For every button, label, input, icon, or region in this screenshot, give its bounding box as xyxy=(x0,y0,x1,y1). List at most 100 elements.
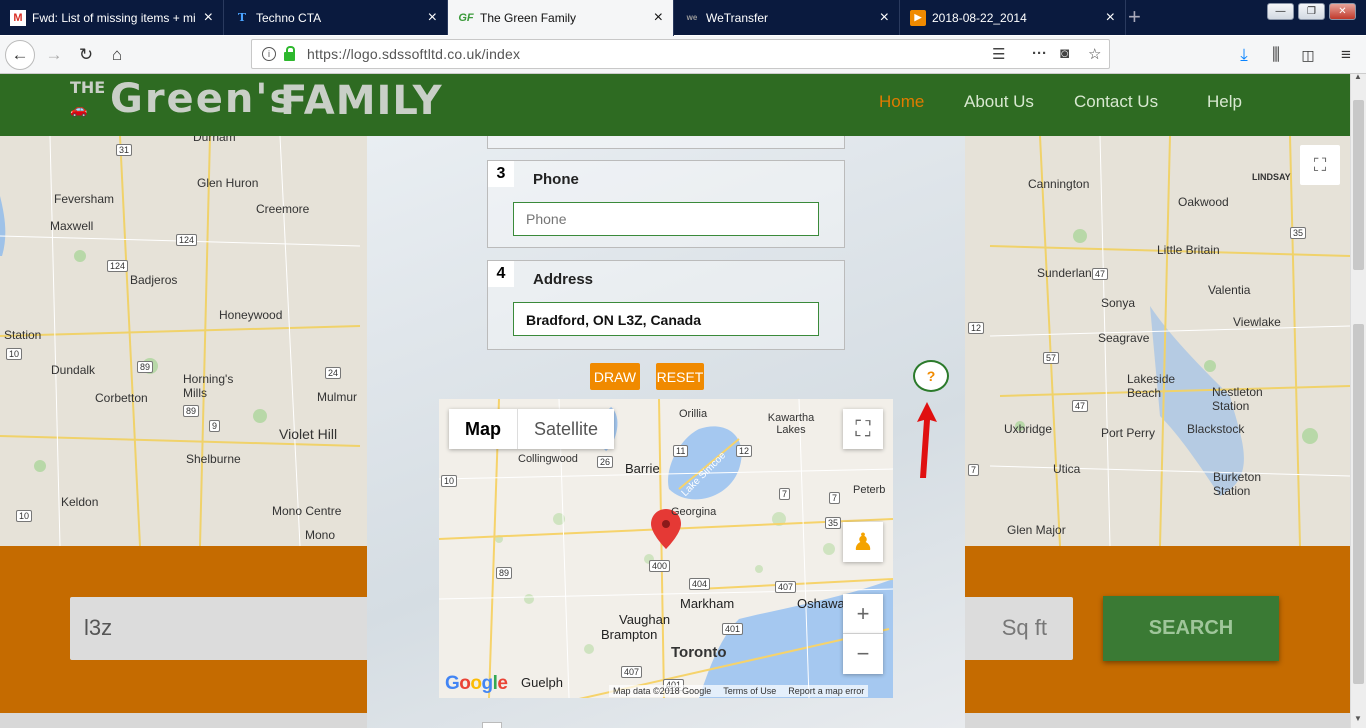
close-icon[interactable]: × xyxy=(880,9,889,27)
logo-family: FAMILY xyxy=(280,78,443,124)
map-place: Maxwell xyxy=(50,219,94,233)
map-place: Sonya xyxy=(1101,296,1136,310)
tab-techno-cta[interactable]: T Techno CTA × xyxy=(224,0,448,35)
url-bar[interactable]: i https://logo.sdssoftltd.co.uk/index ☰ … xyxy=(251,39,1110,69)
sqft-input[interactable]: Sq ft xyxy=(960,597,1073,660)
map-place: Georgina xyxy=(671,506,717,518)
map-place: Uxbridge xyxy=(1004,422,1053,436)
menu-help[interactable]: Help xyxy=(1207,92,1242,112)
map-place: Lakeside Beach xyxy=(1127,372,1176,400)
highway-shield: 404 xyxy=(689,578,711,590)
download-icon[interactable]: ⤓ xyxy=(1231,42,1257,68)
step-address-panel: 4 Address Bradford, ON L3Z, Canada xyxy=(487,260,845,350)
map-place: Viewlake xyxy=(1233,315,1281,329)
highway-shield: 124 xyxy=(176,234,198,246)
step-number: 3 xyxy=(488,161,514,187)
draw-button[interactable]: DRAW xyxy=(590,363,640,390)
address-map[interactable]: Orillia Kawartha Lakes Collingwood Barri… xyxy=(439,399,893,698)
map-place: Port Perry xyxy=(1101,426,1156,440)
map-type-control: Map Satellite xyxy=(449,409,615,449)
map-place: Station xyxy=(4,328,42,342)
home-icon[interactable]: ⌂ xyxy=(104,42,130,68)
url-text[interactable]: https://logo.sdssoftltd.co.uk/index xyxy=(307,46,520,62)
tab-video[interactable]: ▶ 2018-08-22_2014 × xyxy=(900,0,1126,35)
map-place: Feversham xyxy=(54,192,115,206)
map-attribution: Map data ©2018 Google Terms of Use Repor… xyxy=(609,685,869,697)
report-map-error-link[interactable]: Report a map error xyxy=(788,686,864,696)
map-place: Guelph xyxy=(521,675,563,690)
highway-shield: 12 xyxy=(736,445,753,457)
pegman-icon[interactable]: ♟ xyxy=(843,522,883,562)
menu-home[interactable]: Home xyxy=(879,92,924,112)
pocket-icon[interactable]: ◙ xyxy=(1060,45,1069,62)
previous-step-panel xyxy=(487,136,845,149)
logo-greens: Green's xyxy=(110,76,296,122)
highway-shield: 10 xyxy=(16,510,33,522)
highway-shield: 400 xyxy=(649,560,671,572)
map-type-satellite-button[interactable]: Satellite xyxy=(518,409,614,449)
close-icon[interactable]: × xyxy=(428,9,437,27)
map-place: Violet Hill xyxy=(279,426,338,442)
inner-scrollbar-thumb[interactable] xyxy=(1353,100,1364,270)
info-icon[interactable]: i xyxy=(262,47,276,61)
back-arrow-icon[interactable]: ← xyxy=(5,40,35,70)
search-input[interactable]: l3z xyxy=(70,597,380,660)
tab-title: Techno CTA xyxy=(256,10,322,25)
minimize-icon[interactable]: — xyxy=(1267,3,1294,20)
scrollbar-thumb[interactable] xyxy=(1353,324,1364,684)
menu-about-us[interactable]: About Us xyxy=(964,92,1034,112)
map-place: Creemore xyxy=(256,202,310,216)
map-type-map-button[interactable]: Map xyxy=(449,409,518,449)
step-label: Address xyxy=(533,271,594,288)
restore-icon[interactable]: ❐ xyxy=(1298,3,1325,20)
reader-view-icon[interactable]: ☰ xyxy=(992,45,1005,63)
scroll-up-icon[interactable]: ▲ xyxy=(1354,72,1362,81)
close-icon[interactable]: × xyxy=(1106,9,1115,27)
reload-icon[interactable]: ↻ xyxy=(73,42,99,68)
phone-input[interactable] xyxy=(513,202,819,236)
close-icon[interactable]: × xyxy=(654,9,663,27)
address-input[interactable]: Bradford, ON L3Z, Canada xyxy=(513,302,819,336)
fullscreen-icon[interactable]: ⛶ xyxy=(1300,145,1340,185)
tab-green-family[interactable]: GF The Green Family × xyxy=(448,0,674,36)
menu-contact-us[interactable]: Contact Us xyxy=(1074,92,1158,112)
highway-shield: 7 xyxy=(968,464,980,476)
map-place: Blackstock xyxy=(1187,422,1245,436)
highway-shield: 407 xyxy=(775,581,797,593)
next-step-number xyxy=(482,722,502,728)
map-place: Sunderland xyxy=(1037,266,1099,280)
reset-button[interactable]: RESET xyxy=(656,363,704,390)
close-window-icon[interactable]: ✕ xyxy=(1329,3,1356,20)
map-place: Barrie xyxy=(625,461,660,476)
highway-shield: 89 xyxy=(496,567,513,579)
tab-gmail[interactable]: M Fwd: List of missing items + mi × xyxy=(0,0,224,35)
forward-arrow-icon[interactable]: → xyxy=(41,42,67,68)
tab-title: The Green Family xyxy=(480,11,577,25)
zoom-in-icon[interactable]: + xyxy=(843,594,883,634)
tab-wetransfer[interactable]: we WeTransfer × xyxy=(674,0,900,35)
hamburger-menu-icon[interactable]: ≡ xyxy=(1333,42,1359,68)
highway-shield: 31 xyxy=(116,144,133,156)
sidebar-icon[interactable]: ◫ xyxy=(1295,42,1321,68)
bookmark-star-icon[interactable]: ☆ xyxy=(1088,45,1101,63)
new-tab-icon[interactable]: + xyxy=(1128,4,1141,30)
map-place: Collingwood xyxy=(518,453,578,465)
terms-of-use-link[interactable]: Terms of Use xyxy=(723,686,776,696)
more-actions-icon[interactable]: ··· xyxy=(1032,45,1047,62)
step-phone-panel: 3 Phone xyxy=(487,160,845,248)
map-place: Dundalk xyxy=(51,363,96,377)
google-logo: Google xyxy=(445,673,508,694)
highway-shield: 7 xyxy=(829,492,841,504)
help-button[interactable]: ? xyxy=(913,360,949,392)
map-place: Peterb xyxy=(853,484,886,496)
page-scrollbar[interactable]: ▲ ▼ xyxy=(1350,72,1366,728)
fullscreen-icon[interactable]: ⛶ xyxy=(843,409,883,449)
scroll-down-icon[interactable]: ▼ xyxy=(1354,714,1362,723)
close-icon[interactable]: × xyxy=(204,9,213,27)
map-place: Keldon xyxy=(61,495,99,509)
library-icon[interactable]: ⫼ xyxy=(1263,42,1289,68)
zoom-out-icon[interactable]: − xyxy=(843,634,883,674)
highway-shield: 12 xyxy=(968,322,985,334)
search-button[interactable]: SEARCH xyxy=(1103,596,1279,661)
map-place: Valentia xyxy=(1208,283,1251,297)
